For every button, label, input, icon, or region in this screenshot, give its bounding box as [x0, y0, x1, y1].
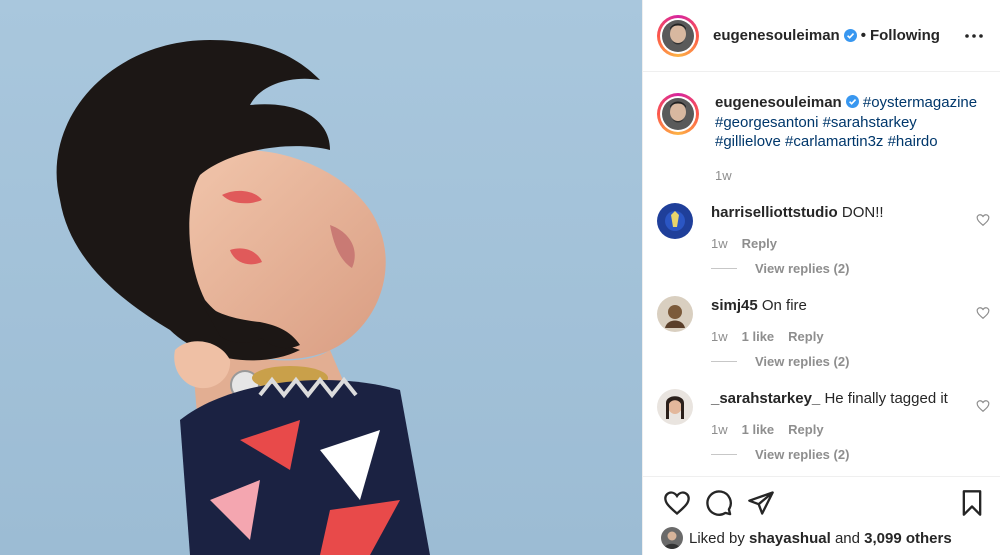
comment-time: 1w	[711, 236, 728, 251]
comment-text: He finally tagged it	[824, 390, 948, 407]
commenter-avatar[interactable]	[657, 296, 693, 332]
comment-item: _sarahstarkey_ He finally tagged it 1w 1…	[643, 389, 1000, 462]
caption-username[interactable]: eugenesouleiman	[715, 94, 842, 111]
view-replies-label: View replies (2)	[755, 447, 850, 462]
post-header: eugenesouleiman • Following	[643, 0, 1000, 72]
verified-icon	[843, 29, 857, 42]
caption-avatar[interactable]	[657, 93, 699, 135]
author-avatar[interactable]	[657, 14, 699, 57]
comment-username[interactable]: _sarahstarkey_	[711, 390, 820, 407]
likes-prefix: Liked by	[689, 529, 745, 547]
reply-button[interactable]: Reply	[788, 329, 823, 344]
comment-icon[interactable]	[705, 489, 733, 517]
more-options-icon[interactable]	[962, 24, 986, 48]
commenter-avatar[interactable]	[657, 389, 693, 425]
post-sidebar: eugenesouleiman • Following eugenesoulei…	[642, 0, 1000, 555]
heart-icon[interactable]	[976, 213, 990, 227]
caption-hashtags-1[interactable]: #oystermagazine	[863, 94, 977, 111]
comment-username[interactable]: harriselliottstudio	[711, 204, 838, 221]
author-avatar-image	[662, 19, 694, 52]
caption-hashtags-3[interactable]: #gillielove #carlamartin3z #hairdo	[715, 132, 977, 152]
view-replies-label: View replies (2)	[755, 261, 850, 276]
comment-username[interactable]: simj45	[711, 297, 758, 314]
reply-button[interactable]: Reply	[788, 422, 823, 437]
liker-avatar[interactable]	[661, 527, 683, 549]
comment-text: On fire	[761, 297, 807, 314]
reply-button[interactable]: Reply	[742, 236, 777, 251]
caption-avatar-image	[662, 98, 694, 130]
likes-count[interactable]: 3,099 others	[864, 530, 952, 547]
comment-item: simj45 On fire 1w 1 like Reply View repl…	[643, 296, 1000, 369]
verified-icon	[845, 95, 859, 108]
heart-icon[interactable]	[976, 399, 990, 413]
post-actions: Liked by shayashual and 3,099 others	[643, 476, 1000, 555]
comment-likes[interactable]: 1 like	[742, 329, 775, 344]
replies-divider	[711, 361, 737, 362]
comment-time: 1w	[711, 329, 728, 344]
caption: eugenesouleiman #oystermagazine #georges…	[643, 73, 1000, 185]
separator-dot: •	[860, 27, 866, 44]
likes-summary: Liked by shayashual and 3,099 others	[643, 519, 1000, 549]
comment-likes[interactable]: 1 like	[742, 422, 775, 437]
instagram-post: eugenesouleiman • Following eugenesoulei…	[0, 0, 1000, 555]
bookmark-icon[interactable]	[958, 489, 986, 517]
heart-icon[interactable]	[663, 489, 691, 517]
share-icon[interactable]	[747, 489, 775, 517]
comments-list[interactable]: eugenesouleiman #oystermagazine #georges…	[643, 73, 1000, 477]
view-replies-button[interactable]: View replies (2)	[711, 354, 986, 369]
liked-by-user[interactable]: shayashual	[749, 530, 831, 547]
comment-text: DON!!	[841, 204, 884, 221]
caption-hashtags-2[interactable]: #georgesantoni #sarahstarkey	[715, 113, 977, 133]
comment-item: harriselliottstudio DON!! 1w Reply View …	[643, 203, 1000, 276]
view-replies-label: View replies (2)	[755, 354, 850, 369]
following-button[interactable]: Following	[870, 27, 940, 44]
likes-and: and	[834, 529, 860, 547]
replies-divider	[711, 268, 737, 269]
comment-time: 1w	[711, 422, 728, 437]
replies-divider	[711, 454, 737, 455]
caption-timestamp: 1w	[715, 167, 732, 183]
commenter-avatar[interactable]	[657, 203, 693, 239]
post-photo[interactable]	[0, 0, 642, 555]
portrait-illustration	[0, 0, 642, 555]
author-username[interactable]: eugenesouleiman	[713, 27, 840, 44]
heart-icon[interactable]	[976, 306, 990, 320]
view-replies-button[interactable]: View replies (2)	[711, 261, 986, 276]
view-replies-button[interactable]: View replies (2)	[711, 447, 986, 462]
